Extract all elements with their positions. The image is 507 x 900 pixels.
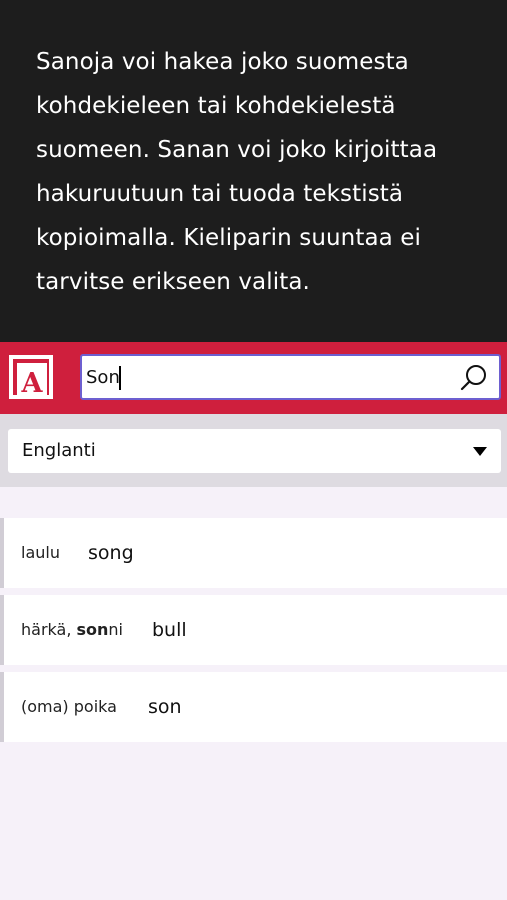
result-target: bull — [152, 619, 187, 641]
result-item[interactable]: laulu song — [0, 518, 507, 588]
intro-line: kopioimalla. Kieliparin suuntaa ei — [36, 225, 422, 251]
result-source: laulu — [21, 543, 60, 562]
intro-line: kohdekieleen tai kohdekielestä — [36, 93, 396, 119]
result-item[interactable]: härkä, sonni bull — [0, 595, 507, 665]
intro-panel: Sanoja voi hakea joko suomesta kohdekiel… — [0, 0, 507, 342]
search-input[interactable] — [86, 356, 446, 398]
intro-line: Sanoja voi hakea joko suomesta — [36, 49, 409, 75]
search-box[interactable] — [80, 354, 501, 400]
search-icon[interactable] — [459, 363, 489, 393]
chevron-down-icon — [473, 447, 487, 456]
intro-line: tarvitse erikseen valita. — [36, 269, 310, 295]
result-target: song — [88, 542, 134, 564]
result-target: son — [148, 696, 182, 718]
intro-text: Sanoja voi hakea joko suomesta kohdekiel… — [36, 40, 471, 304]
intro-line: hakuruutuun tai tuoda tekstistä — [36, 181, 404, 207]
result-item[interactable]: (oma) poika son — [0, 672, 507, 742]
result-source: härkä, sonni — [21, 620, 123, 639]
language-selected: Englanti — [22, 440, 96, 461]
search-header: A — [0, 342, 507, 414]
intro-line: suomeen. Sanan voi joko kirjoittaa — [36, 137, 438, 163]
app-logo-icon[interactable]: A — [8, 354, 54, 400]
language-select[interactable]: Englanti — [8, 429, 501, 473]
logo-letter: A — [21, 368, 44, 399]
text-caret — [119, 366, 121, 390]
result-source: (oma) poika — [21, 697, 117, 716]
results-list: laulu song härkä, sonni bull (oma) poika… — [0, 518, 507, 749]
language-area: Englanti — [0, 414, 507, 487]
